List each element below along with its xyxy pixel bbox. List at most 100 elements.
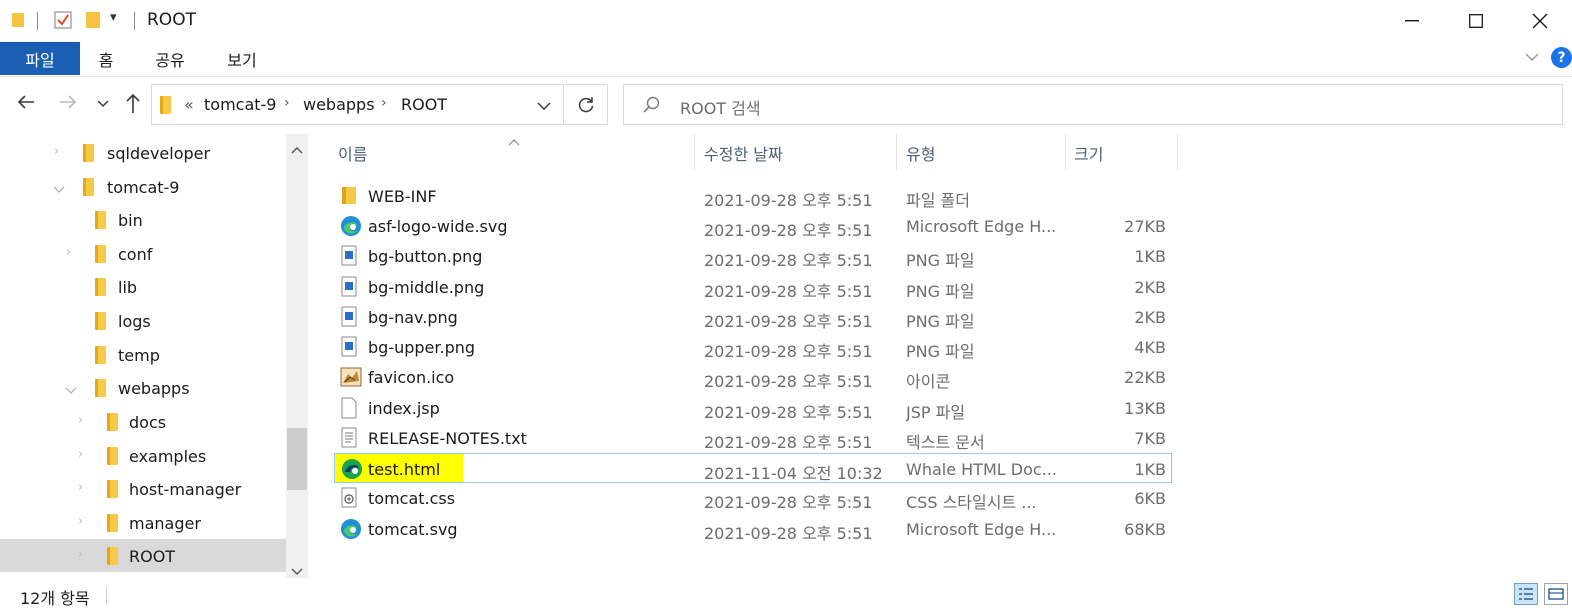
tree-item-logs[interactable]: logs: [0, 304, 286, 337]
refresh-button[interactable]: [564, 84, 608, 125]
column-divider[interactable]: [1065, 134, 1066, 170]
forward-button[interactable]: [58, 92, 78, 118]
tree-item-webapps[interactable]: webapps: [0, 371, 286, 404]
sort-ascending-icon: [508, 131, 520, 150]
tree-item-conf[interactable]: › conf: [0, 237, 286, 270]
scroll-down-icon[interactable]: [290, 562, 304, 581]
tree-item-tomcat-9[interactable]: tomcat-9: [0, 170, 286, 203]
breadcrumb-webapps[interactable]: webapps: [303, 95, 375, 114]
file-row[interactable]: bg-button.png 2021-09-28 오후 5:51 PNG 파일 …: [334, 241, 1172, 271]
tree-item-examples[interactable]: › examples: [0, 439, 286, 472]
large-icons-view-button[interactable]: [1544, 583, 1568, 605]
forward-arrow-icon: [60, 95, 77, 109]
breadcrumb-tomcat-9[interactable]: tomcat-9: [204, 95, 276, 114]
close-button[interactable]: [1508, 0, 1572, 42]
column-divider[interactable]: [1177, 134, 1178, 170]
file-type: PNG 파일: [906, 251, 975, 270]
column-divider[interactable]: [896, 134, 897, 170]
tree-item-bin[interactable]: bin: [0, 203, 286, 236]
chevron-right-icon[interactable]: ›: [78, 514, 92, 529]
file-size: 2KB: [1134, 278, 1166, 297]
file-row[interactable]: favicon.ico 2021-09-28 오후 5:51 아이콘 22KB: [334, 362, 1172, 392]
file-size: 6KB: [1134, 489, 1166, 508]
tomcat-favicon-icon: [340, 366, 362, 388]
column-divider[interactable]: [694, 134, 695, 170]
folder-icon: [95, 278, 106, 296]
tree-item-label: sqldeveloper: [107, 144, 211, 163]
file-row[interactable]: bg-nav.png 2021-09-28 오후 5:51 PNG 파일 2KB: [334, 302, 1172, 332]
search-box[interactable]: ROOT 검색: [623, 84, 1563, 125]
chevron-right-icon[interactable]: ›: [78, 413, 92, 428]
chevron-right-icon[interactable]: ›: [284, 95, 290, 111]
details-view-button[interactable]: [1514, 583, 1538, 605]
chevron-right-icon[interactable]: ›: [66, 245, 80, 260]
file-row[interactable]: RELEASE-NOTES.txt 2021-09-28 오후 5:51 텍스트…: [334, 423, 1172, 453]
folder-icon: [107, 514, 118, 532]
chevron-down-icon[interactable]: [52, 180, 66, 199]
up-button[interactable]: [123, 92, 143, 118]
back-button[interactable]: [16, 92, 36, 118]
chevron-right-icon[interactable]: ›: [78, 447, 92, 462]
tree-item-label: examples: [129, 447, 207, 466]
tab-file[interactable]: 파일: [0, 42, 80, 75]
expand-ribbon-icon[interactable]: [1524, 48, 1540, 68]
tree-item-temp[interactable]: temp: [0, 338, 286, 371]
file-row[interactable]: index.jsp 2021-09-28 오후 5:51 JSP 파일 13KB: [334, 393, 1172, 423]
file-modified: 2021-09-28 오후 5:51: [704, 282, 873, 301]
file-size: 68KB: [1124, 520, 1166, 539]
chevron-right-icon[interactable]: ›: [78, 547, 92, 562]
file-size: 13KB: [1124, 399, 1166, 418]
file-row[interactable]: WEB-INF 2021-09-28 오후 5:51 파일 폴더: [334, 181, 1172, 211]
chevron-right-icon[interactable]: ›: [54, 144, 68, 159]
chevron-right-icon[interactable]: ›: [381, 95, 387, 111]
file-row[interactable]: tomcat.css 2021-09-28 오후 5:51 CSS 스타일시트 …: [334, 483, 1172, 513]
file-row[interactable]: asf-logo-wide.svg 2021-09-28 오후 5:51 Mic…: [334, 211, 1172, 241]
tree-item-sqldeveloper[interactable]: › sqldeveloper: [0, 136, 286, 169]
tree-item-host-manager[interactable]: › host-manager: [0, 472, 286, 505]
tab-share[interactable]: 공유: [142, 42, 198, 75]
column-header-name[interactable]: 이름: [338, 141, 367, 169]
file-modified: 2021-09-28 오후 5:51: [704, 433, 873, 452]
scroll-up-icon[interactable]: [290, 140, 304, 159]
chevron-down-icon[interactable]: [64, 381, 78, 400]
tree-item-root[interactable]: › ROOT: [0, 539, 286, 572]
help-icon[interactable]: ?: [1551, 47, 1572, 68]
tree-item-manager[interactable]: › manager: [0, 506, 286, 539]
folder-icon: [107, 447, 118, 465]
address-bar[interactable]: « tomcat-9 › webapps › ROOT: [151, 84, 564, 125]
chevron-down-icon: [97, 100, 109, 108]
quick-access-dropdown-icon[interactable]: ▾: [110, 10, 117, 25]
column-header-size[interactable]: 크기: [1074, 141, 1103, 169]
chevron-right-icon[interactable]: ›: [78, 480, 92, 495]
breadcrumb-overflow[interactable]: «: [184, 95, 194, 114]
tree-scrollbar[interactable]: [286, 134, 308, 578]
file-row-highlighted[interactable]: test.html 2021-11-04 오전 10:32 Whale HTML…: [334, 453, 1172, 483]
whale-icon: [341, 458, 362, 480]
minimize-button[interactable]: [1380, 0, 1444, 42]
edge-icon: [340, 518, 361, 540]
file-name: bg-nav.png: [368, 308, 458, 327]
properties-checkmark-icon[interactable]: [54, 11, 72, 29]
file-row[interactable]: tomcat.svg 2021-09-28 오후 5:51 Microsoft …: [334, 514, 1172, 544]
file-name: test.html: [368, 460, 441, 479]
recent-locations-button[interactable]: [96, 96, 110, 115]
breadcrumb-root[interactable]: ROOT: [401, 95, 447, 114]
scrollbar-thumb[interactable]: [287, 428, 307, 490]
tree-item-docs[interactable]: › docs: [0, 405, 286, 438]
maximize-button[interactable]: [1444, 0, 1508, 42]
navigation-pane: › sqldeveloper tomcat-9 bin › conf lib l…: [0, 134, 286, 574]
column-header-modified[interactable]: 수정한 날짜: [704, 141, 783, 169]
tab-home[interactable]: 홈: [84, 42, 128, 75]
new-folder-icon[interactable]: [86, 12, 100, 28]
column-header-type[interactable]: 유형: [906, 141, 935, 169]
chevron-down-icon: [537, 102, 551, 111]
address-dropdown-button[interactable]: [536, 98, 552, 117]
file-name: index.jsp: [368, 399, 440, 418]
tab-view[interactable]: 보기: [214, 42, 270, 75]
file-type: Microsoft Edge H...: [906, 217, 1057, 236]
text-file-icon: [340, 427, 360, 449]
search-placeholder: ROOT 검색: [680, 99, 761, 118]
tree-item-lib[interactable]: lib: [0, 270, 286, 303]
file-row[interactable]: bg-middle.png 2021-09-28 오후 5:51 PNG 파일 …: [334, 272, 1172, 302]
file-row[interactable]: bg-upper.png 2021-09-28 오후 5:51 PNG 파일 4…: [334, 332, 1172, 362]
